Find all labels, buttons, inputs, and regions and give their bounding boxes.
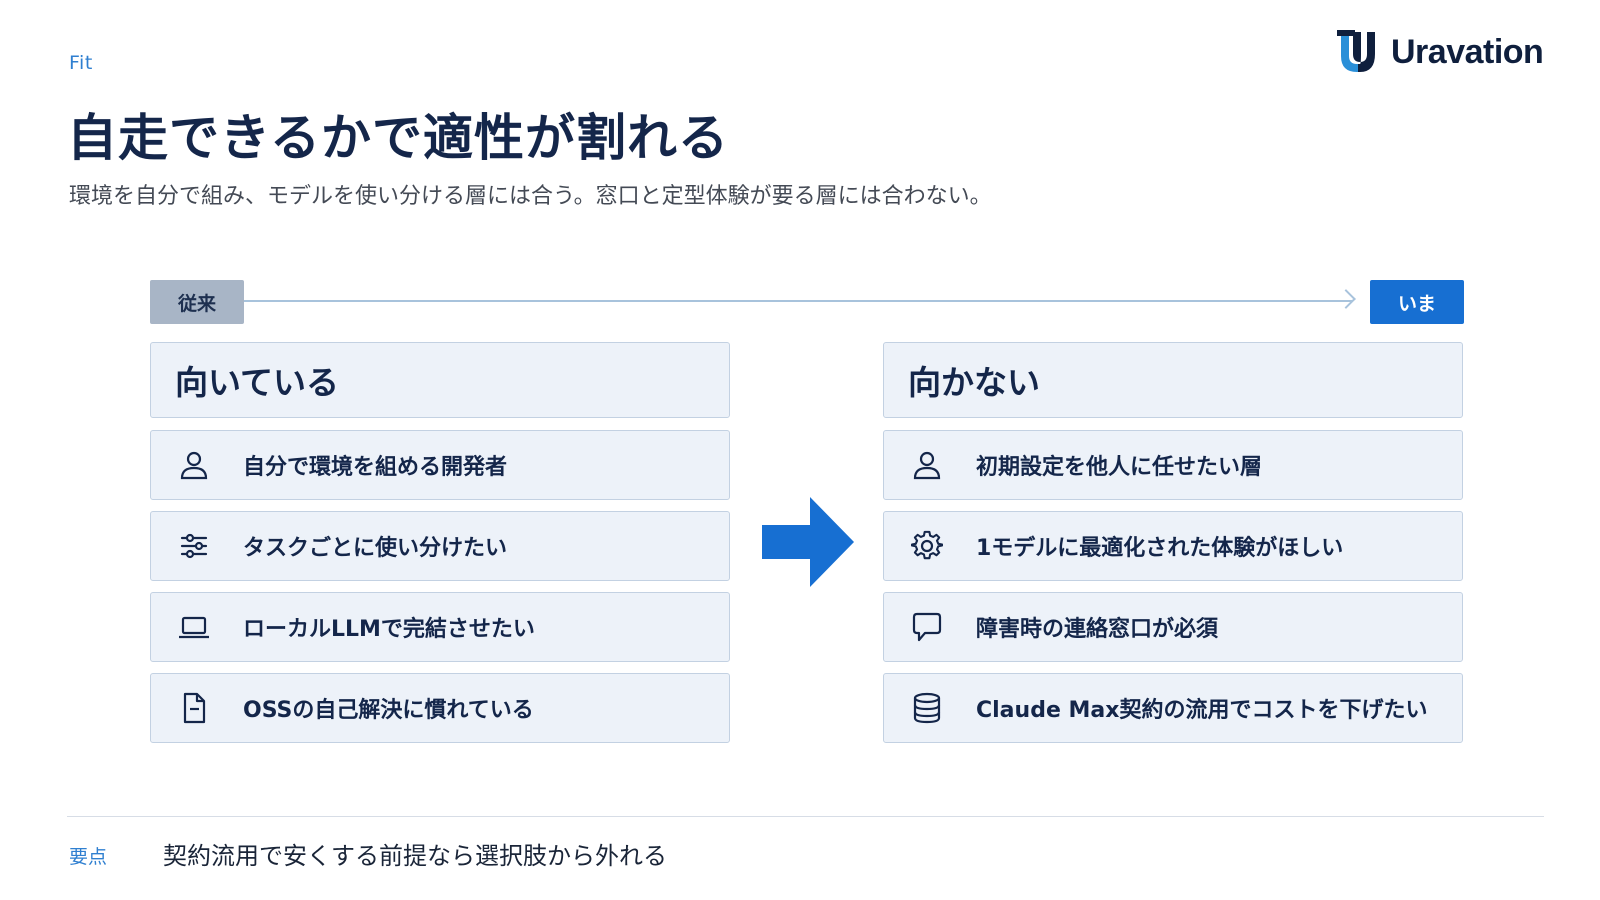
suited-item-label: OSSの自己解決に慣れている: [243, 698, 534, 723]
footer-divider: [67, 816, 1544, 817]
unsuited-item: Claude Max契約の流用でコストを下げたい: [883, 673, 1463, 743]
brand-name: Uravation: [1391, 32, 1544, 71]
timeline-to-badge: いま: [1370, 280, 1464, 324]
database-icon: [911, 692, 943, 724]
right-arrow-icon: [762, 497, 854, 587]
suited-item: タスクごとに使い分けたい: [150, 511, 730, 581]
chat-bubble-icon: [911, 611, 943, 643]
suited-item: ローカルLLMで完結させたい: [150, 592, 730, 662]
unsuited-item: 1モデルに最適化された体験がほしい: [883, 511, 1463, 581]
unsuited-heading: 向かない: [883, 342, 1463, 418]
brand-logo: Uravation: [1335, 28, 1544, 76]
unsuited-item: 障害時の連絡窓口が必須: [883, 592, 1463, 662]
unsuited-item-label: Claude Max契約の流用でコストを下げたい: [976, 698, 1428, 723]
section-tag: Fit: [69, 52, 93, 74]
suited-item-label: 自分で環境を組める開発者: [243, 455, 508, 480]
suited-item-label: ローカルLLMで完結させたい: [243, 617, 535, 642]
timeline-line: [238, 300, 1353, 302]
document-icon: [178, 692, 210, 724]
person-icon: [178, 449, 210, 481]
suited-item: 自分で環境を組める開発者: [150, 430, 730, 500]
unsuited-item-label: 初期設定を他人に任せたい層: [976, 455, 1263, 480]
uravation-logo-icon: [1337, 30, 1375, 72]
suited-item: OSSの自己解決に慣れている: [150, 673, 730, 743]
unsuited-column: 向かない 初期設定を他人に任せたい層 1モデルに最適化された体験がほしい 障害時…: [883, 342, 1463, 754]
unsuited-item-label: 1モデルに最適化された体験がほしい: [976, 536, 1344, 561]
page-title: 自走できるかで適性が割れる: [67, 109, 729, 167]
key-point-label: 要点: [69, 846, 108, 868]
key-point-text: 契約流用で安くする前提なら選択肢から外れる: [163, 842, 667, 870]
timeline-from-badge: 従来: [150, 280, 244, 324]
unsuited-item-label: 障害時の連絡窓口が必須: [976, 617, 1219, 642]
suited-column: 向いている 自分で環境を組める開発者 タスクごとに使い分けたい ローカルLLMで…: [150, 342, 730, 754]
gear-icon: [911, 530, 943, 562]
sliders-icon: [178, 530, 210, 562]
person-icon: [911, 449, 943, 481]
suited-item-label: タスクごとに使い分けたい: [243, 536, 508, 561]
laptop-icon: [178, 611, 210, 643]
timeline-arrow-icon: [1336, 289, 1356, 309]
unsuited-item: 初期設定を他人に任せたい層: [883, 430, 1463, 500]
page-subtitle: 環境を自分で組み、モデルを使い分ける層には合う。窓口と定型体験が要る層には合わな…: [69, 184, 992, 209]
suited-heading: 向いている: [150, 342, 730, 418]
